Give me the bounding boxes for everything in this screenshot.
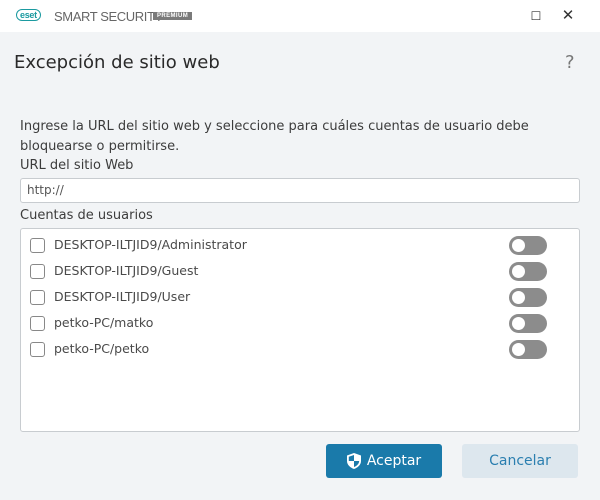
account-toggle[interactable] [509, 288, 547, 307]
description: Ingrese la URL del sitio web y seleccion… [20, 119, 529, 154]
url-label: URL del sitio Web [20, 158, 134, 173]
account-name: DESKTOP-ILTJID9/Guest [54, 263, 199, 278]
accounts-label: Cuentas de usuarios [20, 208, 153, 223]
account-checkbox[interactable] [30, 264, 45, 279]
help-icon[interactable]: ? [565, 52, 575, 73]
close-icon[interactable]: ✕ [558, 6, 578, 24]
account-toggle[interactable] [509, 262, 547, 281]
account-name: DESKTOP-ILTJID9/Administrator [54, 237, 247, 252]
title-bar: eset SMART SECURITY PREMIUM ☐ ✕ [0, 0, 600, 32]
account-row: petko-PC/matko [21, 309, 579, 335]
dialog-title: Excepción de sitio web [14, 52, 220, 73]
eset-logo: eset [16, 9, 41, 21]
account-toggle[interactable] [509, 340, 547, 359]
account-row: DESKTOP-ILTJID9/Guest [21, 257, 579, 283]
cancel-button[interactable]: Cancelar [462, 444, 578, 478]
accept-label: Aceptar [366, 453, 422, 469]
edition-badge: PREMIUM [153, 12, 193, 20]
account-toggle[interactable] [509, 236, 547, 255]
account-row: DESKTOP-ILTJID9/User [21, 283, 579, 309]
account-row: DESKTOP-ILTJID9/Administrator [21, 231, 579, 257]
account-name: petko-PC/petko [54, 341, 150, 356]
account-name: petko-PC/matko [54, 315, 154, 330]
product-name: SMART SECURITY [54, 9, 163, 24]
account-checkbox[interactable] [30, 316, 45, 331]
shield-icon [346, 453, 361, 469]
maximize-icon[interactable]: ☐ [526, 9, 546, 23]
account-checkbox[interactable] [30, 238, 45, 253]
account-row: petko-PC/petko [21, 335, 579, 361]
account-checkbox[interactable] [30, 342, 45, 357]
account-name: DESKTOP-ILTJID9/User [54, 289, 191, 304]
account-toggle[interactable] [509, 314, 547, 333]
url-input[interactable]: http:// [20, 178, 580, 203]
account-checkbox[interactable] [30, 290, 45, 305]
accounts-list: DESKTOP-ILTJID9/Administrator DESKTOP-IL… [20, 228, 580, 432]
accept-button[interactable]: Aceptar [326, 444, 442, 478]
